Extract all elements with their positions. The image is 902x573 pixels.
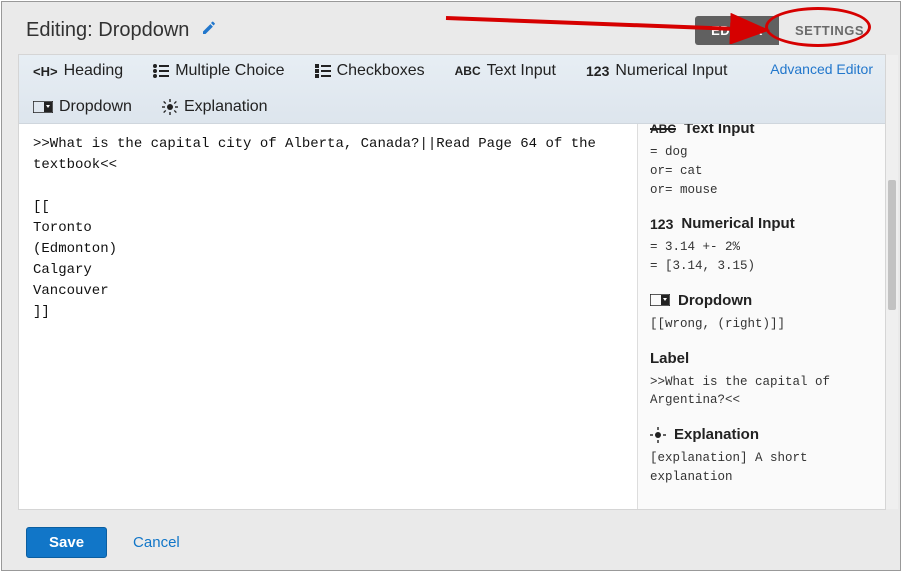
tab-editor[interactable]: EDITOR	[695, 16, 779, 45]
footer-bar: Save Cancel	[26, 527, 186, 558]
outer-scrollbar[interactable]	[886, 55, 898, 509]
toolbar-heading-label: Heading	[64, 62, 124, 80]
toolbar-dd-label: Dropdown	[59, 98, 132, 116]
help-sidebar[interactable]: ABC Text Input = dog or= cat or= mouse 1…	[637, 124, 885, 509]
editor-panel: <H> Heading Multiple Choice Checkboxes A…	[18, 54, 886, 510]
tab-settings[interactable]: SETTINGS	[779, 16, 880, 45]
abc-icon: ABC	[650, 124, 676, 136]
toolbar-checkboxes[interactable]: Checkboxes	[313, 59, 427, 83]
help-explanation-title: Explanation	[650, 426, 873, 443]
help-text-input-code: = dog or= cat or= mouse	[650, 143, 873, 199]
code-editor[interactable]: >>What is the capital city of Alberta, C…	[19, 124, 637, 509]
heading-icon: <H>	[33, 64, 58, 79]
toolbar-cb-label: Checkboxes	[337, 62, 425, 80]
toolbar-multiple-choice[interactable]: Multiple Choice	[151, 59, 286, 83]
edit-title-icon[interactable]	[201, 20, 217, 41]
toolbar-explanation[interactable]: Explanation	[160, 95, 270, 119]
toolbar-exp-label: Explanation	[184, 98, 268, 116]
lightbulb-icon	[650, 427, 666, 443]
dropdown-icon	[33, 101, 53, 113]
scrollbar-thumb[interactable]	[888, 180, 896, 310]
editor-body: >>What is the capital city of Alberta, C…	[19, 124, 885, 509]
help-numerical-title: 123 Numerical Input	[650, 215, 873, 232]
advanced-editor-link[interactable]: Advanced Editor	[770, 61, 873, 77]
toolbar-dropdown[interactable]: Dropdown	[31, 95, 134, 119]
num-icon: 123	[650, 216, 673, 232]
dropdown-icon	[650, 294, 670, 306]
lightbulb-icon	[162, 99, 178, 115]
help-dropdown-code: [[wrong, (right)]]	[650, 315, 873, 334]
page-title: Editing: Dropdown	[26, 19, 189, 42]
help-numerical-code: = 3.14 +- 2% = [3.14, 3.15)	[650, 238, 873, 276]
help-text-input-title: ABC Text Input	[650, 124, 873, 137]
help-explanation-code: [explanation] A short explanation	[650, 449, 873, 487]
toolbar-text-input[interactable]: ABC Text Input	[453, 59, 558, 83]
toolbar-mc-label: Multiple Choice	[175, 62, 284, 80]
abc-icon: ABC	[455, 64, 481, 78]
list-icon	[153, 64, 169, 78]
checkboxes-icon	[315, 64, 331, 78]
save-button[interactable]: Save	[26, 527, 107, 558]
help-dropdown-title: Dropdown	[650, 292, 873, 309]
tab-settings-label: SETTINGS	[795, 23, 864, 38]
toolbar-ni-label: Numerical Input	[615, 62, 727, 80]
help-label-code: >>What is the capital of Argentina?<<	[650, 373, 873, 411]
header-bar: Editing: Dropdown EDITOR SETTINGS	[2, 2, 900, 55]
help-label-title: Label	[650, 350, 873, 367]
num-icon: 123	[586, 63, 609, 79]
toolbar-ti-label: Text Input	[487, 62, 556, 80]
component-toolbar: <H> Heading Multiple Choice Checkboxes A…	[19, 55, 885, 124]
toolbar-numerical-input[interactable]: 123 Numerical Input	[584, 59, 729, 83]
cancel-button[interactable]: Cancel	[127, 533, 186, 552]
toolbar-heading[interactable]: <H> Heading	[31, 59, 125, 83]
